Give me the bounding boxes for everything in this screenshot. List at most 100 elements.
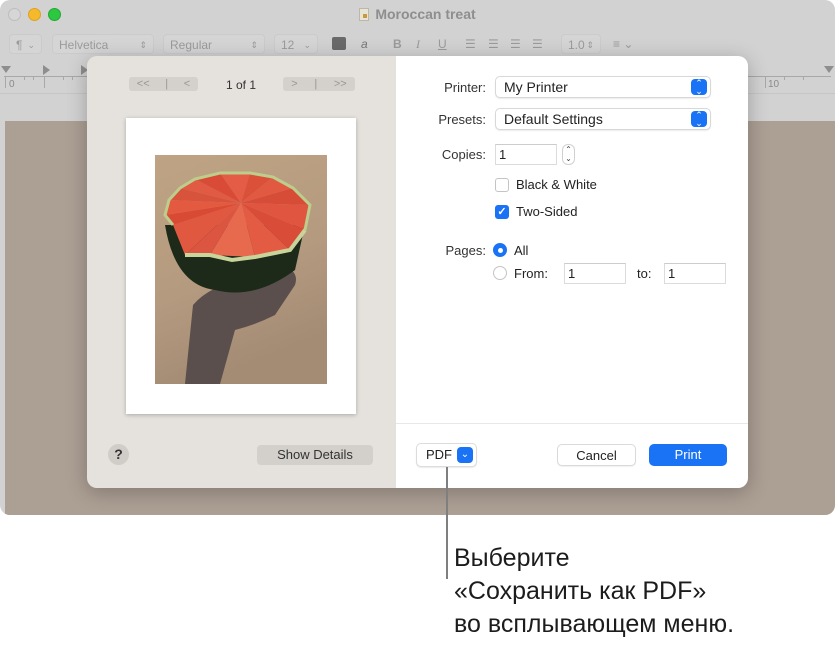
- printer-popup[interactable]: My Printer ⌃ ⌄: [495, 76, 711, 98]
- paragraph-style-popup[interactable]: ¶ ⌄: [9, 34, 42, 54]
- ruler-tick: [72, 76, 73, 80]
- font-family-value: Helvetica: [59, 38, 109, 52]
- callout-line: [446, 467, 448, 579]
- callout-line-2: «Сохранить как PDF»: [454, 577, 707, 605]
- callout-line-3: во всплывающем меню.: [454, 610, 735, 638]
- printer-label: Printer:: [444, 80, 486, 95]
- list-icon: ≡ ⌄: [613, 37, 634, 51]
- italic-button[interactable]: I: [416, 34, 420, 54]
- pdf-menu-button[interactable]: PDF ⌄: [416, 443, 477, 467]
- print-preview-pane: << | < 1 of 1 > | >> ? Show Details: [87, 56, 396, 488]
- italic-icon: I: [416, 37, 420, 51]
- font-style-popup[interactable]: Regular ⇕: [163, 34, 265, 54]
- font-style-value: Regular: [170, 38, 213, 52]
- up-down-arrows-icon: ⇕: [139, 40, 147, 50]
- presets-label: Presets:: [438, 112, 486, 127]
- ruler-tick: [24, 76, 25, 80]
- printer-value: My Printer: [504, 79, 568, 95]
- title-bar: Moroccan treat: [0, 0, 835, 28]
- ruler-tick: [5, 76, 6, 88]
- ruler-tick: [765, 76, 766, 88]
- black-white-checkbox[interactable]: [495, 178, 509, 192]
- bold-button[interactable]: B: [393, 34, 402, 54]
- ruler-tick: [63, 76, 64, 80]
- divider: |: [165, 78, 169, 90]
- page-preview: [126, 118, 356, 414]
- cancel-button[interactable]: Cancel: [557, 444, 636, 466]
- presets-popup[interactable]: Default Settings ⌃ ⌄: [495, 108, 711, 130]
- highlight-icon: a: [361, 37, 368, 51]
- divider: |: [314, 78, 318, 90]
- show-details-button[interactable]: Show Details: [257, 445, 373, 465]
- tab-stop-marker[interactable]: [43, 65, 50, 75]
- footer-divider: [396, 423, 748, 424]
- up-down-arrows-icon: ⌃ ⌄: [691, 111, 707, 128]
- copies-field[interactable]: 1: [495, 144, 557, 165]
- page-indicator: 1 of 1: [225, 78, 257, 92]
- page-forward-controls: > | >>: [283, 77, 355, 91]
- pdf-label: PDF: [426, 447, 452, 462]
- document-icon: [359, 8, 370, 21]
- black-white-label: Black & White: [516, 177, 597, 192]
- bold-icon: B: [393, 37, 402, 51]
- align-right-button[interactable]: ☰: [510, 34, 521, 54]
- callout-text: Выберите «Сохранить как PDF» во всплываю…: [454, 542, 734, 641]
- up-down-arrows-icon: ⇕: [250, 40, 258, 50]
- pages-to-field[interactable]: 1: [664, 263, 726, 284]
- highlight-color-button[interactable]: a: [361, 34, 368, 54]
- pages-from-field[interactable]: 1: [564, 263, 626, 284]
- ruler-label: 10: [768, 79, 780, 90]
- first-line-indent-marker[interactable]: [1, 66, 11, 73]
- line-spacing-popup[interactable]: 1.0 ⇕: [561, 34, 601, 54]
- ruler-tick: [784, 76, 785, 80]
- callout-line-1: Выберите: [454, 544, 570, 572]
- next-page-button[interactable]: >: [291, 77, 297, 91]
- up-down-arrows-icon: ⌃ ⌄: [691, 79, 707, 96]
- ruler-tick: [33, 76, 34, 80]
- text-color-swatch[interactable]: [332, 37, 346, 50]
- chevron-down-icon: ⌄: [303, 40, 311, 50]
- print-dialog: << | < 1 of 1 > | >> ? Show Details Prin…: [87, 56, 748, 488]
- chevron-down-icon: ⌄: [457, 447, 473, 463]
- chevron-down-icon: ⌄: [27, 40, 35, 50]
- copies-label: Copies:: [441, 147, 486, 162]
- ruler-label: 0: [9, 79, 15, 90]
- page-back-controls: << | <: [129, 77, 198, 91]
- right-indent-marker[interactable]: [824, 66, 834, 73]
- font-size-combo[interactable]: 12 ⌄: [274, 34, 318, 54]
- align-left-button[interactable]: ☰: [465, 34, 476, 54]
- up-down-arrows-icon: ⇕: [586, 40, 594, 50]
- align-center-button[interactable]: ☰: [488, 34, 499, 54]
- window-title: Moroccan treat: [0, 6, 835, 22]
- underline-button[interactable]: U: [438, 34, 447, 54]
- pages-from-label: From:: [514, 266, 548, 281]
- pages-label: Pages:: [445, 243, 486, 258]
- watermelon-photo: [155, 155, 327, 384]
- presets-value: Default Settings: [504, 111, 603, 127]
- underline-icon: U: [438, 37, 447, 51]
- list-style-button[interactable]: ≡ ⌄: [613, 34, 633, 54]
- two-sided-checkbox[interactable]: ✓: [495, 205, 509, 219]
- ruler-tick: [44, 76, 45, 88]
- font-family-popup[interactable]: Helvetica ⇕: [52, 34, 154, 54]
- last-page-button[interactable]: >>: [334, 77, 347, 91]
- format-toolbar: ¶ ⌄ Helvetica ⇕ Regular ⇕ 12 ⌄ a B I U ☰ ☰ ☰…: [0, 32, 835, 56]
- first-page-button[interactable]: <<: [137, 77, 150, 91]
- two-sided-label: Two-Sided: [516, 204, 578, 219]
- print-settings-pane: Printer: My Printer ⌃ ⌄ Presets: Default …: [396, 56, 748, 488]
- checkmark-icon: ✓: [497, 206, 507, 218]
- pages-from-radio[interactable]: [493, 266, 507, 280]
- window-title-text: Moroccan treat: [375, 6, 476, 22]
- justify-button[interactable]: ☰: [532, 34, 543, 54]
- previous-page-button[interactable]: <: [184, 77, 190, 91]
- print-button[interactable]: Print: [649, 444, 727, 466]
- pages-all-label: All: [514, 243, 529, 258]
- pages-to-label: to:: [637, 266, 652, 281]
- pages-all-radio[interactable]: [493, 243, 507, 257]
- line-spacing-value: 1.0: [568, 38, 585, 52]
- copies-stepper[interactable]: ⌃ ⌄: [562, 144, 575, 165]
- font-size-value: 12: [281, 38, 295, 52]
- ruler-tick: [803, 76, 804, 80]
- help-button[interactable]: ?: [108, 444, 129, 465]
- paragraph-icon: ¶: [16, 38, 23, 52]
